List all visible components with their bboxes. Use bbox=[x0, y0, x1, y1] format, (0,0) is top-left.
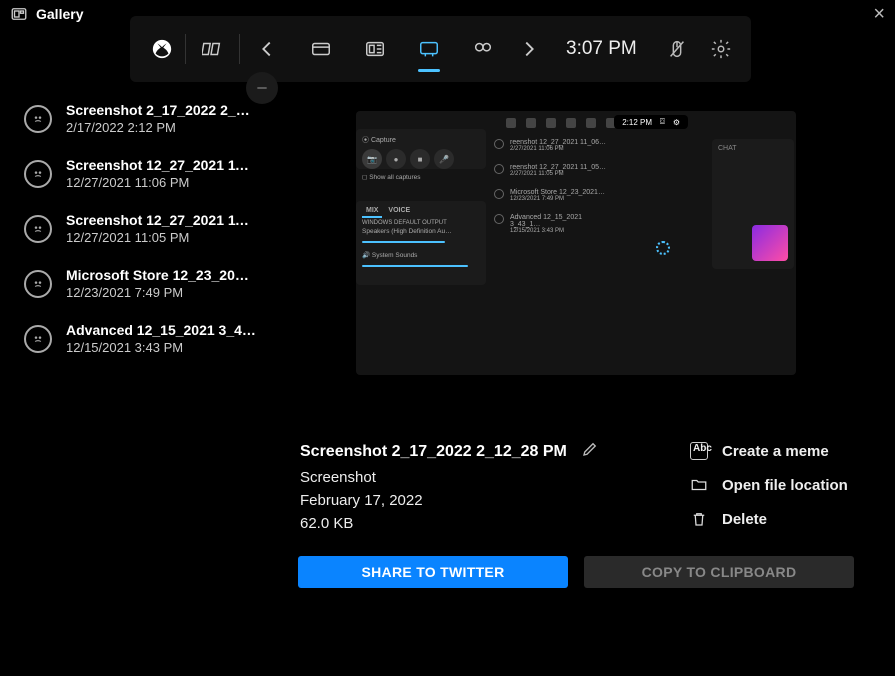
loading-spinner-icon bbox=[656, 241, 670, 255]
list-item[interactable]: Microsoft Store 12_23_2021… 12/23/2021 7:… bbox=[8, 257, 282, 312]
detail-title: Screenshot 2_17_2022 2_12_28 PM bbox=[300, 443, 567, 461]
sad-face-icon bbox=[24, 105, 52, 133]
delete-action[interactable]: Delete bbox=[690, 510, 848, 528]
open-location-action[interactable]: Open file location bbox=[690, 476, 848, 494]
file-name: Screenshot 12_27_2021 11_06… bbox=[66, 157, 256, 173]
action-label: Delete bbox=[722, 511, 767, 528]
action-label: Create a meme bbox=[722, 443, 829, 460]
gallery-icon bbox=[10, 5, 28, 23]
file-date: 12/27/2021 11:05 PM bbox=[66, 230, 256, 245]
file-name: Microsoft Store 12_23_2021… bbox=[66, 267, 256, 283]
gallery-tab-icon[interactable] bbox=[404, 22, 454, 76]
mini-capture-widget: ⦿ Capture 📷●■🎤 ◻ Show all captures bbox=[356, 129, 486, 169]
window-title: Gallery bbox=[36, 6, 83, 22]
settings-icon[interactable] bbox=[701, 22, 741, 76]
main-panel: ⦿ Capture 📷●■🎤 ◻ Show all captures 2:12 … bbox=[290, 28, 895, 676]
create-meme-action[interactable]: Abc Create a meme bbox=[690, 442, 848, 460]
trash-icon bbox=[690, 510, 708, 528]
mini-social-widget: CHAT bbox=[712, 139, 794, 269]
edit-icon[interactable] bbox=[581, 440, 599, 463]
detail-date: February 17, 2022 bbox=[300, 492, 650, 509]
abc-icon: Abc bbox=[690, 442, 708, 460]
file-date: 12/15/2021 3:43 PM bbox=[66, 340, 256, 355]
folder-icon bbox=[690, 476, 708, 494]
preview-image: ⦿ Capture 📷●■🎤 ◻ Show all captures 2:12 … bbox=[356, 111, 796, 375]
copy-clipboard-button[interactable]: COPY TO CLIPBOARD bbox=[584, 556, 854, 588]
sad-face-icon bbox=[24, 325, 52, 353]
share-twitter-button[interactable]: SHARE TO TWITTER bbox=[298, 556, 568, 588]
detail-size: 62.0 KB bbox=[300, 515, 650, 532]
sad-face-icon bbox=[24, 215, 52, 243]
file-name: Screenshot 2_17_2022 2_12_… bbox=[66, 102, 256, 118]
game-bar-toolbar: 3:07 PM bbox=[130, 16, 751, 82]
list-item[interactable]: Screenshot 12_27_2021 11_05… 12/27/2021 1… bbox=[8, 202, 282, 257]
action-label: Open file location bbox=[722, 477, 848, 494]
xbox-icon[interactable] bbox=[140, 22, 184, 76]
sad-face-icon bbox=[24, 160, 52, 188]
screenshot-preview: ⦿ Capture 📷●■🎤 ◻ Show all captures 2:12 … bbox=[300, 86, 852, 400]
audio-icon[interactable] bbox=[350, 22, 400, 76]
file-date: 12/23/2021 7:49 PM bbox=[66, 285, 256, 300]
sad-face-icon bbox=[24, 270, 52, 298]
mouse-icon[interactable] bbox=[657, 22, 697, 76]
prev-icon[interactable] bbox=[242, 22, 292, 76]
capture-list: Screenshot 2_17_2022 2_12_… 2/17/2022 2:1… bbox=[0, 28, 290, 676]
file-date: 2/17/2022 2:12 PM bbox=[66, 120, 256, 135]
mini-list: reenshot 12_27_2021 11_06…2/27/2021 11:0… bbox=[494, 133, 614, 240]
next-icon[interactable] bbox=[512, 22, 546, 76]
list-item[interactable]: Advanced 12_15_2021 3_43_1… 12/15/2021 3:… bbox=[8, 312, 282, 367]
list-item[interactable]: Screenshot 2_17_2022 2_12_… 2/17/2022 2:1… bbox=[8, 92, 282, 147]
detail-type: Screenshot bbox=[300, 469, 650, 486]
close-icon[interactable]: × bbox=[873, 3, 885, 26]
list-item[interactable]: Screenshot 12_27_2021 11_06… 12/27/2021 1… bbox=[8, 147, 282, 202]
capture-icon[interactable] bbox=[296, 22, 346, 76]
file-date: 12/27/2021 11:06 PM bbox=[66, 175, 256, 190]
file-name: Screenshot 12_27_2021 11_05… bbox=[66, 212, 256, 228]
widgets-icon[interactable] bbox=[188, 22, 238, 76]
lookup-icon[interactable] bbox=[458, 22, 508, 76]
separator-handle[interactable] bbox=[246, 72, 278, 104]
file-name: Advanced 12_15_2021 3_43_1… bbox=[66, 322, 256, 338]
clock: 3:07 PM bbox=[550, 38, 653, 60]
mini-audio-widget: MIX VOICE WINDOWS DEFAULT OUTPUT Speaker… bbox=[356, 201, 486, 285]
mini-clock: 2:12 PM⌼⚙ bbox=[614, 115, 688, 129]
